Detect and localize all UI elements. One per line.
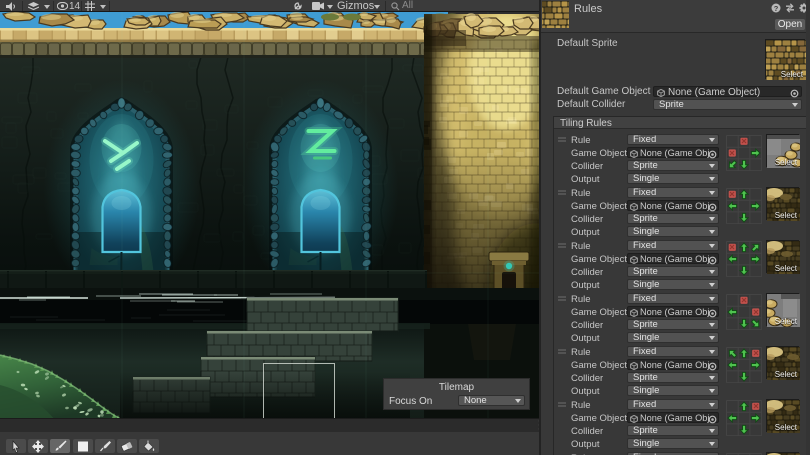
svg-text:?: ?: [774, 4, 779, 13]
